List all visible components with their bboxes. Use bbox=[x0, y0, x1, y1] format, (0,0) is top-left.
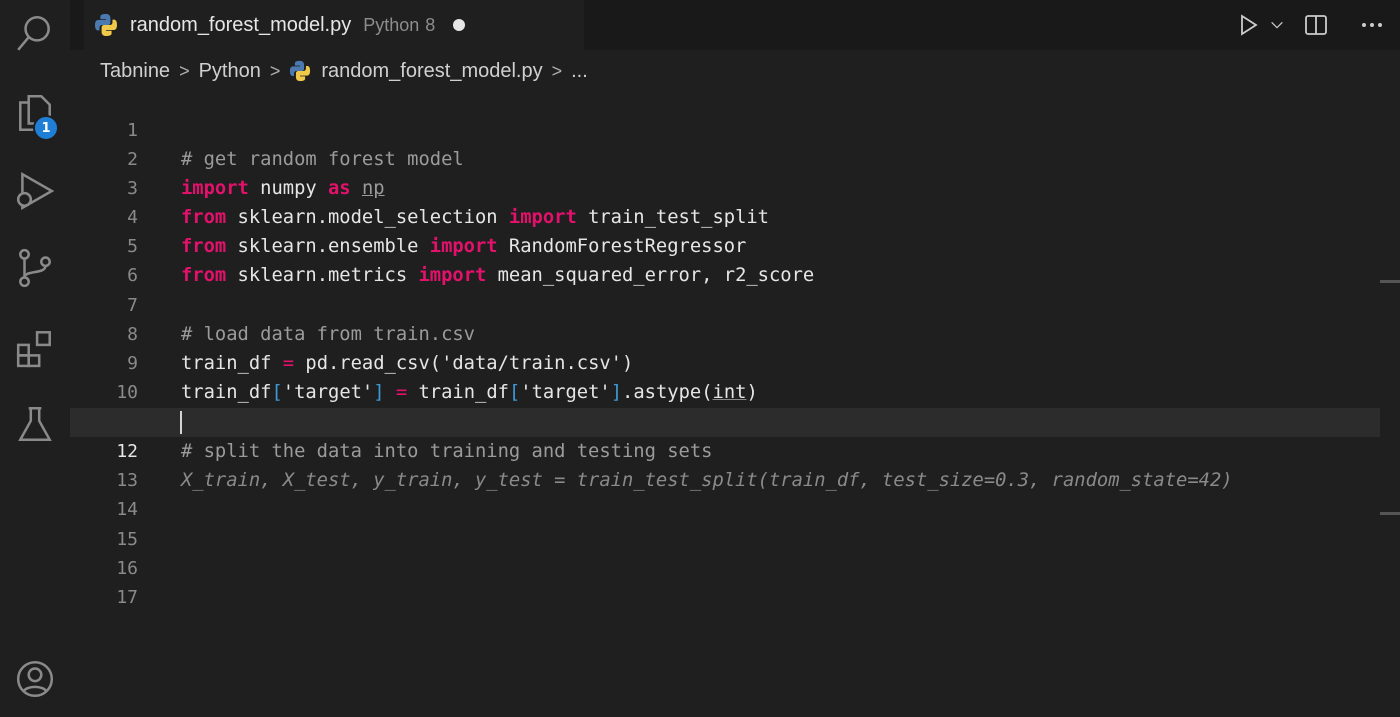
account-icon[interactable] bbox=[10, 654, 60, 704]
tab-title: random_forest_model.py bbox=[130, 13, 352, 36]
code-line[interactable]: 9 train_df['target'] = train_df['target'… bbox=[70, 320, 1380, 403]
extensions-icon[interactable] bbox=[10, 322, 60, 372]
breadcrumb-item-file[interactable]: random_forest_model.py bbox=[321, 60, 542, 83]
text-cursor bbox=[180, 411, 182, 434]
code-line[interactable]: 4 from sklearn.ensemble import RandomFor… bbox=[70, 174, 1380, 257]
code-line[interactable]: 1 # get random forest model bbox=[70, 87, 1380, 170]
editor-scrollbar[interactable] bbox=[1380, 86, 1400, 717]
testing-icon[interactable] bbox=[10, 400, 60, 450]
explorer-badge: 1 bbox=[33, 115, 59, 141]
overview-ruler-mark bbox=[1380, 512, 1400, 515]
code-line[interactable]: 17 bbox=[70, 554, 1380, 608]
code-line[interactable]: 13 bbox=[70, 437, 1380, 491]
tab-language: Python bbox=[363, 14, 420, 35]
search-icon[interactable] bbox=[10, 8, 60, 58]
breadcrumb-separator: > bbox=[551, 60, 563, 81]
more-icon bbox=[1362, 23, 1382, 27]
activity-bar: 1 bbox=[0, 0, 70, 717]
overview-ruler-mark bbox=[1380, 280, 1400, 283]
breadcrumb: Tabnine > Python > random_forest_model.p… bbox=[100, 56, 588, 86]
run-debug-icon[interactable] bbox=[10, 166, 60, 216]
source-control-icon[interactable] bbox=[10, 243, 60, 293]
tab-bar: random_forest_model.py Python 8 bbox=[70, 0, 1400, 50]
python-file-icon bbox=[290, 60, 311, 82]
breadcrumb-item-tabnine[interactable]: Tabnine bbox=[100, 60, 170, 83]
current-code-line[interactable]: 12 X_train, X_test, y_train, y_test = tr… bbox=[70, 408, 1380, 491]
python-file-icon bbox=[95, 14, 117, 36]
breadcrumb-separator: > bbox=[269, 60, 281, 81]
code-line[interactable]: 11 # split the data into training and te… bbox=[70, 379, 1380, 462]
more-actions-button[interactable] bbox=[1344, 5, 1400, 45]
code-editor[interactable]: 1 # get random forest model 2 import num… bbox=[70, 86, 1380, 717]
code-line[interactable]: 2 import numpy as np bbox=[70, 116, 1380, 199]
split-editor-button[interactable] bbox=[1288, 5, 1344, 45]
run-dropdown-button[interactable] bbox=[1266, 5, 1288, 45]
split-editor-icon bbox=[1305, 15, 1327, 35]
run-button[interactable] bbox=[1230, 5, 1266, 45]
editor-tab[interactable]: random_forest_model.py Python 8 bbox=[84, 0, 584, 50]
code-line[interactable]: 14 bbox=[70, 466, 1380, 520]
breadcrumb-item-python[interactable]: Python bbox=[199, 60, 261, 83]
code-line[interactable]: 8 train_df = pd.read_csv('data/train.csv… bbox=[70, 291, 1380, 374]
tab-problems-count: 8 bbox=[425, 14, 436, 35]
code-line[interactable]: 3 from sklearn.model_selection import tr… bbox=[70, 145, 1380, 228]
unsaved-dot-icon[interactable] bbox=[453, 19, 466, 31]
code-line[interactable]: 16 bbox=[70, 525, 1380, 579]
editor-actions bbox=[1230, 0, 1400, 50]
code-line[interactable]: 15 bbox=[70, 496, 1380, 550]
chevron-down-icon bbox=[1271, 21, 1283, 29]
play-icon bbox=[1241, 14, 1258, 36]
code-line[interactable]: 5 from sklearn.metrics import mean_squar… bbox=[70, 203, 1380, 286]
breadcrumb-separator: > bbox=[179, 60, 190, 81]
code-line[interactable]: 6 bbox=[70, 232, 1380, 286]
line-number: 17 bbox=[116, 587, 138, 608]
code-line[interactable]: 7 # load data from train.csv bbox=[70, 262, 1380, 345]
code-line[interactable]: 10 bbox=[70, 349, 1380, 403]
breadcrumb-item-symbols[interactable]: ... bbox=[571, 60, 588, 83]
